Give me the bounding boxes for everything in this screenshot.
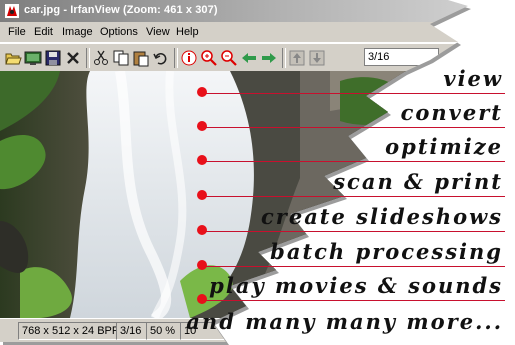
feature-line	[205, 196, 505, 197]
feature-bullet	[197, 190, 207, 200]
feature-line	[205, 231, 505, 232]
feature-optimize: optimize	[385, 134, 503, 159]
feature-line	[205, 266, 505, 267]
feature-slideshows: create slideshows	[260, 204, 503, 229]
feature-view: view	[443, 66, 503, 91]
feature-line	[205, 93, 505, 94]
feature-convert: convert	[400, 100, 503, 125]
feature-bullet	[197, 225, 207, 235]
feature-bullet	[197, 87, 207, 97]
feature-scan-print: scan & print	[333, 169, 503, 194]
feature-batch-processing: batch processing	[270, 239, 503, 264]
feature-line	[205, 161, 505, 162]
feature-movies-sounds: play movies & sounds	[209, 273, 503, 298]
feature-line	[205, 300, 505, 301]
feature-bullet	[197, 121, 207, 131]
irfanview-promo: car.jpg - IrfanView (Zoom: 461 x 307) Fi…	[0, 0, 515, 345]
feature-bullet	[197, 294, 207, 304]
feature-bullet	[197, 260, 207, 270]
feature-line	[205, 127, 505, 128]
feature-list: view convert optimize scan & print creat…	[0, 0, 515, 342]
feature-bullet	[197, 155, 207, 165]
feature-more: and many many more...	[186, 309, 503, 334]
